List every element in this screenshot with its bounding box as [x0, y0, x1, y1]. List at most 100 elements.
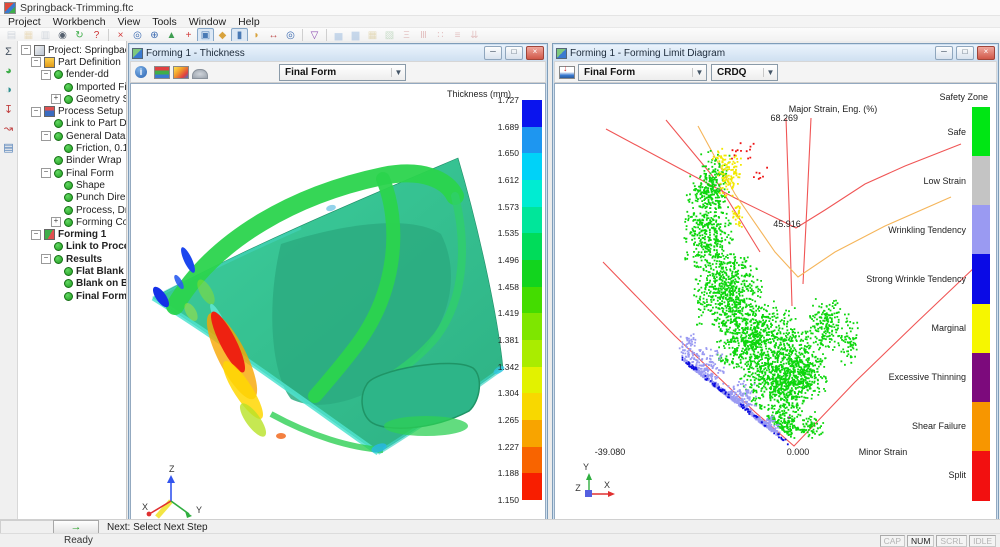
colorbar-band [522, 473, 542, 500]
node-icon [64, 144, 73, 153]
colorbar-tick-label: 1.496 [485, 255, 519, 265]
tree-item-label: Project: Springback-Trimming [48, 45, 126, 56]
tree-item-forming-1[interactable]: −Forming 1 [18, 228, 126, 240]
colorbar-band [522, 233, 542, 260]
tree-item-link-to-part-definition[interactable]: Link to Part Definition [18, 118, 126, 130]
result-state-combo[interactable]: Final Form▼ [279, 64, 406, 81]
tree-item-shape[interactable]: Shape [18, 179, 126, 191]
chevron-down-icon: ▼ [692, 68, 706, 77]
tree-item-forming-conditions[interactable]: + Forming Conditions [18, 216, 126, 228]
colorbar-band [522, 287, 542, 314]
forming-result-icon[interactable] [559, 66, 574, 79]
legend-label: Shear Failure [836, 421, 966, 431]
viewer-icon[interactable]: ◑ [2, 83, 16, 97]
expand-box[interactable]: + [51, 217, 61, 227]
menu-window[interactable]: Window [183, 16, 232, 28]
svg-text:Z: Z [169, 464, 175, 474]
colorbar-tick-label: 1.188 [485, 468, 519, 478]
tree-item-punch-direction[interactable]: Punch Direction [18, 192, 126, 204]
tree-item-blank-on-binder[interactable]: Blank on Binder [18, 278, 126, 290]
summary-icon[interactable]: Σ [2, 45, 16, 59]
tree-item-label: Process Setup 1 [58, 106, 126, 117]
app-title: Springback-Trimming.ftc [20, 2, 133, 14]
menu-project[interactable]: Project [2, 16, 47, 28]
report-icon[interactable]: ▤ [2, 140, 16, 154]
thickness-canvas[interactable]: ZXY Thickness (mm) 1.7271.6891.6501.6121… [130, 83, 546, 521]
legend-label: Low Strain [836, 176, 966, 186]
tree-item-results[interactable]: − Results [18, 253, 126, 265]
tree-item-link-to-process-setup-1[interactable]: Link to Process Setup 1 [18, 241, 126, 253]
minimize-button[interactable]: ─ [484, 46, 502, 60]
colorbar-band [522, 207, 542, 234]
collapse-box[interactable]: − [31, 57, 41, 67]
colorbar-band [522, 100, 542, 127]
menu-bar: ProjectWorkbenchViewToolsWindowHelp [0, 16, 1000, 28]
menu-help[interactable]: Help [232, 16, 266, 28]
tree-item-label: Final Form [76, 291, 126, 302]
collapse-box[interactable]: − [41, 131, 51, 141]
show-part-icon[interactable] [192, 66, 207, 79]
tree-item-process-setup-1[interactable]: − Process Setup 1 [18, 105, 126, 117]
next-step-button[interactable]: → [53, 520, 99, 534]
fld-scatter [679, 142, 859, 445]
collapse-box[interactable]: − [31, 107, 41, 117]
legend-band [972, 402, 990, 452]
fld-canvas[interactable]: Major Strain, Eng. (%)68.26945.916-39.08… [554, 83, 997, 532]
tree-item-flat-blank[interactable]: Flat Blank [18, 265, 126, 277]
tree-item-label: Friction, 0.15 [76, 143, 126, 154]
node-icon [54, 132, 63, 141]
tree-item-part-definition[interactable]: −Part Definition [18, 56, 126, 68]
collapse-box[interactable]: − [41, 70, 51, 80]
tree-item-imported-file-c-fti[interactable]: Imported File, C:\FTI\... [18, 81, 126, 93]
expand-box[interactable]: + [51, 94, 61, 104]
probe-info-icon[interactable]: i [135, 66, 150, 79]
colorbar-tick-label: 1.227 [485, 442, 519, 452]
node-icon [54, 242, 63, 251]
close-button[interactable]: × [977, 46, 995, 60]
fld-window-titlebar[interactable]: Forming 1 - Forming Limit Diagram ─ □ × [554, 45, 997, 61]
tree-item-label: Forming Conditions [76, 217, 126, 228]
tree-item-label: Results [66, 254, 102, 265]
tree-item-label: fender-dd [66, 69, 109, 80]
tree-item-geometry-set-1[interactable]: +Geometry Set 1 [18, 93, 126, 105]
status-ready: Ready [64, 535, 93, 546]
collapse-box[interactable]: − [41, 168, 51, 178]
tree-item-friction-0-15[interactable]: Friction, 0.15 [18, 142, 126, 154]
collapse-box[interactable]: − [41, 254, 51, 264]
tree-item-general-data[interactable]: −General Data [18, 130, 126, 142]
results-pie-icon[interactable]: ◕ [2, 64, 16, 78]
contour-bands-icon[interactable] [154, 66, 169, 79]
node-icon [64, 193, 73, 202]
tree-item-project-springback-trimming[interactable]: − Project: Springback-Trimming [18, 44, 126, 56]
minimize-button[interactable]: ─ [935, 46, 953, 60]
collapse-box[interactable]: − [31, 230, 41, 240]
legend-band [972, 254, 990, 304]
status-flag-scrl: SCRL [936, 535, 967, 547]
menu-workbench[interactable]: Workbench [47, 16, 112, 28]
colorbar-tick-label: 1.535 [485, 228, 519, 238]
tree-item-process-draw[interactable]: Process, Draw [18, 204, 126, 216]
forming-icon[interactable]: ↧ [2, 102, 16, 116]
menu-view[interactable]: View [112, 16, 147, 28]
statusbar-cell [0, 520, 53, 534]
tree-item-binder-wrap[interactable]: Binder Wrap [18, 155, 126, 167]
close-button[interactable]: × [526, 46, 544, 60]
legend-band [972, 304, 990, 354]
tree-item-fender-dd[interactable]: − fender-dd [18, 69, 126, 81]
collapse-box[interactable]: − [21, 45, 31, 55]
menu-tools[interactable]: Tools [146, 16, 183, 28]
restore-button[interactable]: □ [505, 46, 523, 60]
legend-band [972, 156, 990, 206]
restore-button[interactable]: □ [956, 46, 974, 60]
colorbar-tick-label: 1.150 [485, 495, 519, 505]
legend-label: Safe [836, 127, 966, 137]
curve-icon[interactable]: ↝ [2, 121, 16, 135]
thickness-window-titlebar[interactable]: Forming 1 - Thickness ─ □ × [130, 45, 546, 61]
thickness-window-title: Forming 1 - Thickness [146, 48, 481, 59]
result-state-combo[interactable]: Final Form▼ [578, 64, 707, 81]
next-step-bar: → Next: Select Next Step [0, 519, 1000, 534]
material-combo[interactable]: CRDQ▼ [711, 64, 778, 81]
contour-smooth-icon[interactable] [173, 66, 188, 79]
tree-item-final-form[interactable]: −Final Form [18, 167, 126, 179]
tree-item-final-form[interactable]: Final Form [18, 290, 126, 302]
